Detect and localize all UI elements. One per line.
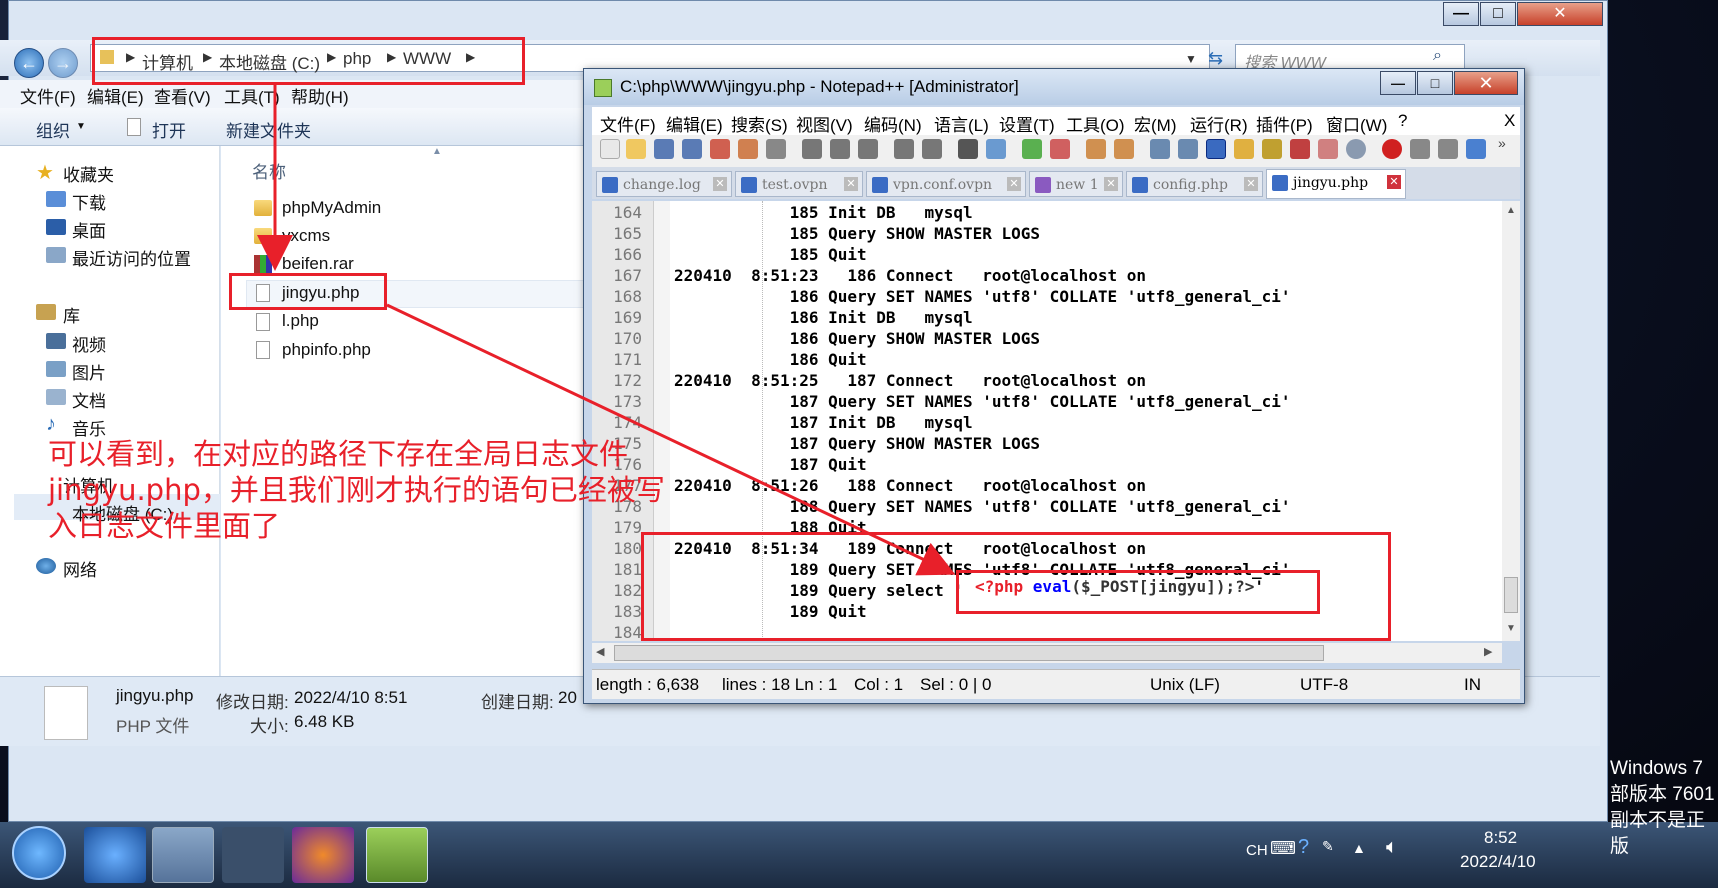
volume-icon[interactable]: 🔈︎ [1386, 836, 1398, 859]
notepad-plus-plus-taskbar-icon[interactable] [366, 827, 428, 883]
windows-activation-watermark: Windows 7 部版本 7601 副本不是正版 [1610, 756, 1718, 860]
clock-time[interactable]: 8:52 [1484, 828, 1517, 848]
firefox-icon[interactable] [292, 827, 354, 883]
internet-explorer-icon[interactable] [84, 827, 146, 883]
explorer-taskbar-icon[interactable] [152, 827, 214, 883]
clock-date[interactable]: 2022/4/10 [1460, 852, 1536, 872]
watermark-line-2: 部版本 7601 [1610, 784, 1715, 805]
language-indicator[interactable]: CH [1246, 842, 1268, 859]
help-icon[interactable]: ? [1298, 836, 1309, 859]
settings-icon[interactable]: ✎ [1322, 838, 1334, 855]
show-hidden-icons-icon[interactable]: ▲ [1352, 840, 1366, 856]
start-button[interactable] [12, 826, 66, 880]
watermark-line-3: 副本不是正版 [1610, 810, 1706, 857]
keyboard-icon[interactable]: ⌨ [1270, 838, 1296, 859]
watermark-line-1: Windows 7 [1610, 758, 1703, 779]
annotation-text: 可以看到，在对应的路径下存在全局日志文件jingyu.php，并且我们刚才执行的… [48, 437, 665, 543]
media-player-icon[interactable] [222, 827, 284, 883]
